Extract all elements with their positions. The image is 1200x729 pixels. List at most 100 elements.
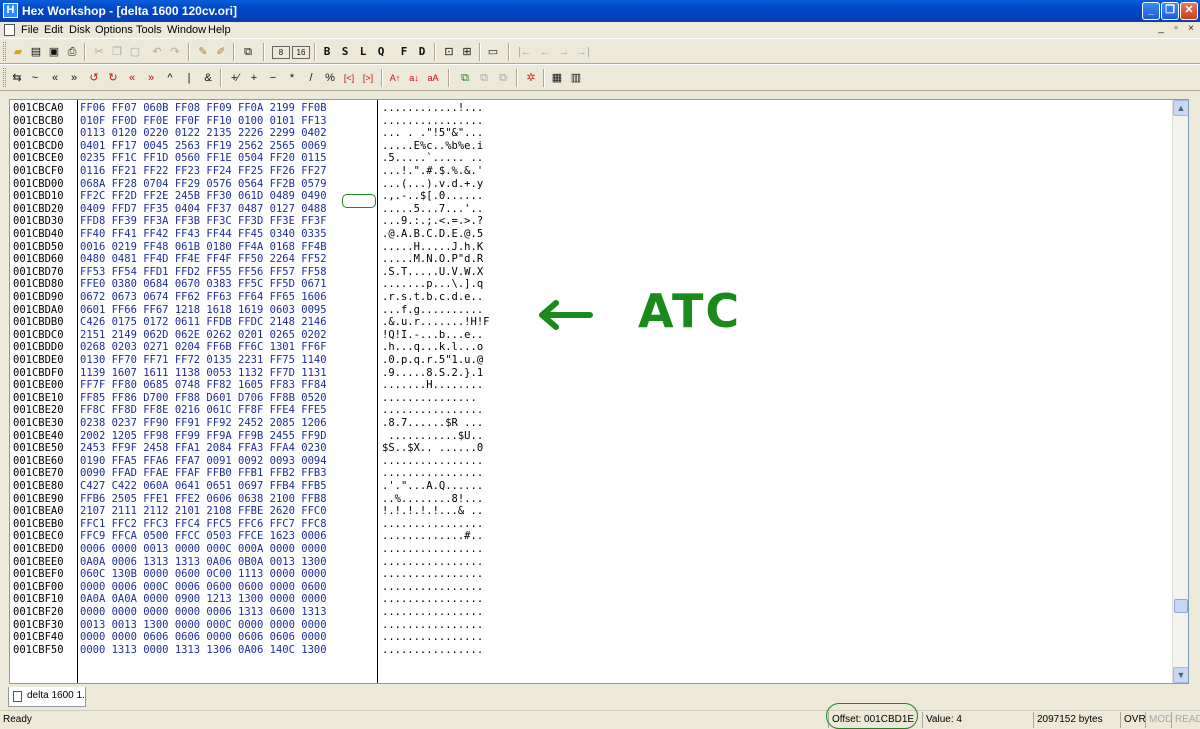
menu-tools[interactable]: Tools — [136, 23, 162, 37]
hex-row[interactable]: 001CBD20 0409 FFD7 FF35 0404 FF37 0487 01… — [10, 203, 1170, 216]
toolbar-grip[interactable] — [3, 42, 6, 61]
hex-row[interactable]: 001CBD60 0480 0481 FF4D FF4E FF4F FF50 22… — [10, 253, 1170, 266]
goto-icon[interactable]: ⧉ — [239, 43, 257, 61]
compare-next-icon[interactable]: ⧉ — [475, 69, 493, 87]
hex-row[interactable]: 001CBD10 FF2C FF2D FF2E 245B FF30 061D 04… — [10, 190, 1170, 203]
row-hex-values[interactable]: 0013 0013 1300 0000 000C 0000 0000 0000 — [80, 619, 327, 632]
hex-row[interactable]: 001CBEC0 FFC9 FFCA 0500 FFCC 0503 FFCE 16… — [10, 530, 1170, 543]
row-ascii[interactable]: ................ — [382, 581, 483, 594]
row-ascii[interactable]: .r.s.t.b.c.d.e.. — [382, 291, 483, 304]
hex-row[interactable]: 001CBEB0 FFC1 FFC2 FFC3 FFC4 FFC5 FFC6 FF… — [10, 518, 1170, 531]
subtract-icon[interactable]: − — [264, 69, 282, 87]
row-ascii[interactable]: !Q!I.-...b...e.. — [382, 329, 483, 342]
row-ascii[interactable]: ................ — [382, 467, 483, 480]
compare-prev-icon[interactable]: ⧉ — [494, 69, 512, 87]
bold-q-button[interactable]: Q — [372, 43, 390, 61]
hex-row[interactable]: 001CBEE0 0A0A 0006 1313 1313 0A06 0B0A 00… — [10, 556, 1170, 569]
hex-row[interactable]: 001CBCC0 0113 0120 0220 0122 2135 2226 22… — [10, 127, 1170, 140]
row-hex-values[interactable]: 060C 130B 0000 0600 0C00 1113 0000 0000 — [80, 568, 327, 581]
row-hex-values[interactable]: 0A0A 0006 1313 1313 0A06 0B0A 0013 1300 — [80, 556, 327, 569]
row-hex-values[interactable]: FFB6 2505 FFE1 FFE2 0606 0638 2100 FFB8 — [80, 493, 327, 506]
data-width-16-icon[interactable]: 16 — [292, 46, 310, 59]
base-converter-icon[interactable]: ▦ — [548, 69, 566, 87]
hex-row[interactable]: 001CBCA0 FF06 FF07 060B FF08 FF09 FF0A 21… — [10, 102, 1170, 115]
compare-icon[interactable]: ⧉ — [456, 69, 474, 87]
mdi-restore-button[interactable]: ▫ — [1170, 23, 1182, 36]
row-ascii[interactable]: ................ — [382, 619, 483, 632]
row-hex-values[interactable]: 1139 1607 1611 1138 0053 1132 FF7D 1131 — [80, 367, 327, 380]
row-ascii[interactable]: ............... — [382, 392, 483, 405]
hex-row[interactable]: 001CBE70 0090 FFAD FFAE FFAF FFB0 FFB1 FF… — [10, 467, 1170, 480]
rotate-left-icon[interactable]: ↺ — [85, 69, 103, 87]
block-left-icon[interactable]: [<] — [340, 69, 358, 87]
row-hex-values[interactable]: 0480 0481 FF4D FF4E FF4F FF50 2264 FF52 — [80, 253, 327, 266]
not-icon[interactable]: ~ — [26, 69, 44, 87]
add-icon[interactable]: + — [245, 69, 263, 87]
divide-icon[interactable]: / — [302, 69, 320, 87]
checksum-icon[interactable]: ✲ — [522, 69, 540, 87]
first-icon[interactable]: |← — [516, 43, 534, 61]
row-hex-values[interactable]: 2107 2111 2112 2101 2108 FFBE 2620 FFC0 — [80, 505, 327, 518]
row-ascii[interactable]: ................ — [382, 455, 483, 468]
hex-row[interactable]: 001CBDE0 0130 FF70 FF71 FF72 0135 2231 FF… — [10, 354, 1170, 367]
row-ascii[interactable]: .S.T.....U.V.W.X — [382, 266, 483, 279]
block-shift-right-icon[interactable]: » — [142, 69, 160, 87]
row-ascii[interactable]: ... . ."!5"&"... — [382, 127, 483, 140]
row-hex-values[interactable]: C427 C422 060A 0641 0651 0697 FFB4 FFB5 — [80, 480, 327, 493]
document-icon[interactable] — [4, 24, 15, 36]
row-hex-values[interactable]: 0130 FF70 FF71 FF72 0135 2231 FF75 1140 — [80, 354, 327, 367]
row-ascii[interactable]: ...9.:.;.<.=.>.? — [382, 215, 483, 228]
hex-row[interactable]: 001CBE00 FF7F FF80 0685 0748 FF82 1605 FF… — [10, 379, 1170, 392]
scroll-up-button[interactable]: ▲ — [1173, 100, 1188, 116]
row-ascii[interactable]: .@.A.B.C.D.E.@.5 — [382, 228, 483, 241]
row-hex-values[interactable]: 0672 0673 0674 FF62 FF63 FF64 FF65 1606 — [80, 291, 327, 304]
row-ascii[interactable]: ................ — [382, 518, 483, 531]
invert-case-icon[interactable]: aA — [424, 69, 442, 87]
row-hex-values[interactable]: FFD8 FF39 FF3A FF3B FF3C FF3D FF3E FF3F — [80, 215, 327, 228]
previous-icon[interactable]: ← — [536, 43, 554, 61]
row-hex-values[interactable]: 0016 0219 FF48 061B 0180 FF4A 0168 FF4B — [80, 241, 327, 254]
row-ascii[interactable]: ...........$U.. — [382, 430, 483, 443]
folder-open-icon[interactable]: ▰ — [9, 43, 27, 61]
row-ascii[interactable]: .&.u.r.......!H!F — [382, 316, 489, 329]
row-ascii[interactable]: ...(...).v.d.+.y — [382, 178, 483, 191]
shift-right-icon[interactable]: » — [65, 69, 83, 87]
hex-row[interactable]: 001CBEF0 060C 130B 0000 0600 0C00 1113 00… — [10, 568, 1170, 581]
row-ascii[interactable]: .......p...\.].q — [382, 278, 483, 291]
row-ascii[interactable]: ................ — [382, 644, 483, 657]
bold-s-button[interactable]: S — [336, 43, 354, 61]
row-hex-values[interactable]: 0000 0006 000C 0006 0600 0600 0000 0600 — [80, 581, 327, 594]
swap-icon[interactable]: ⇆ — [8, 69, 26, 87]
row-hex-values[interactable]: 0190 FFA5 FFA6 FFA7 0091 0092 0093 0094 — [80, 455, 327, 468]
row-ascii[interactable]: .....H.....J.h.K — [382, 241, 483, 254]
row-hex-values[interactable]: FF2C FF2D FF2E 245B FF30 061D 0489 0490 — [80, 190, 327, 203]
hex-row[interactable]: 001CBEA0 2107 2111 2112 2101 2108 FFBE 26… — [10, 505, 1170, 518]
hex-row[interactable]: 001CBE40 2002 1205 FF98 FF99 FF9A FF9B 24… — [10, 430, 1170, 443]
hex-row[interactable]: 001CBE80 C427 C422 060A 0641 0651 0697 FF… — [10, 480, 1170, 493]
row-hex-values[interactable]: 0235 FF1C FF1D 0560 FF1E 0504 FF20 0115 — [80, 152, 327, 165]
replace-icon[interactable]: ✐ — [212, 43, 230, 61]
row-hex-values[interactable]: 2453 FF9F 2458 FFA1 2084 FFA3 FFA4 0230 — [80, 442, 327, 455]
rotate-right-icon[interactable]: ↻ — [104, 69, 122, 87]
row-hex-values[interactable]: FFE0 0380 0684 0670 0383 FF5C FF5D 0671 — [80, 278, 327, 291]
hex-row[interactable]: 001CBE60 0190 FFA5 FFA6 FFA7 0091 0092 00… — [10, 455, 1170, 468]
row-hex-values[interactable]: 0116 FF21 FF22 FF23 FF24 FF25 FF26 FF27 — [80, 165, 327, 178]
row-ascii[interactable]: .....5...7...'.. — [382, 203, 483, 216]
save-icon[interactable]: ▣ — [45, 43, 63, 61]
menu-window[interactable]: Window — [167, 23, 206, 37]
row-ascii[interactable]: ..%........8!... — [382, 493, 483, 506]
and-icon[interactable]: & — [199, 69, 217, 87]
hex-row[interactable]: 001CBF40 0000 0000 0606 0606 0000 0606 06… — [10, 631, 1170, 644]
hex-row[interactable]: 001CBF30 0013 0013 1300 0000 000C 0000 00… — [10, 619, 1170, 632]
row-ascii[interactable]: .8.7......$R ... — [382, 417, 483, 430]
cut-icon[interactable]: ✂ — [90, 43, 108, 61]
row-hex-values[interactable]: 010F FF0D FF0E FF0F FF10 0100 0101 FF13 — [80, 115, 327, 128]
row-hex-values[interactable]: 0A0A 0A0A 0000 0900 1213 1300 0000 0000 — [80, 593, 327, 606]
row-ascii[interactable]: .h...q...k.l...o — [382, 341, 483, 354]
mdi-close-button[interactable]: × — [1185, 23, 1197, 36]
vertical-scrollbar[interactable]: ▲ ▼ — [1172, 100, 1188, 683]
row-hex-values[interactable]: 2002 1205 FF98 FF99 FF9A FF9B 2455 FF9D — [80, 430, 327, 443]
row-ascii[interactable]: ................ — [382, 556, 483, 569]
menu-help[interactable]: Help — [208, 23, 231, 37]
hex-row[interactable]: 001CBD40 FF40 FF41 FF42 FF43 FF44 FF45 03… — [10, 228, 1170, 241]
